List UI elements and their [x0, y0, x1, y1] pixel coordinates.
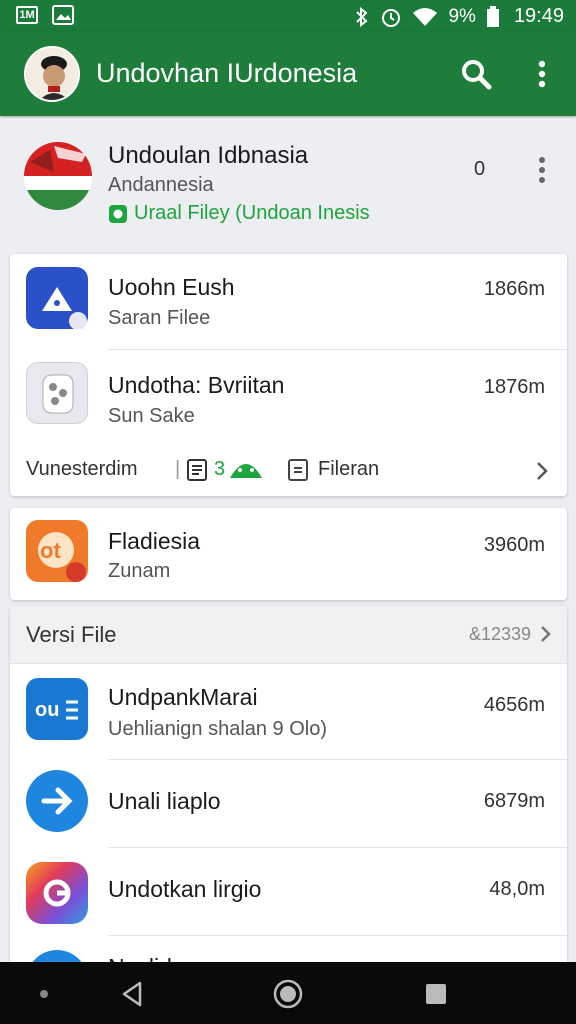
recents-icon[interactable]: [424, 982, 448, 1006]
item-size: 1866m: [483, 278, 545, 300]
item-name: Undotkan lirgio: [108, 876, 262, 902]
back-icon[interactable]: [118, 980, 146, 1008]
list-item[interactable]: ot Fladiesia Zunam 3960m: [10, 508, 567, 600]
document-icon[interactable]: [186, 458, 208, 482]
list-item[interactable]: Undotkan lirgio 48,0m: [10, 848, 567, 936]
status-bar: 1M 9% 19:49: [0, 0, 576, 32]
app-icon: [26, 362, 88, 424]
app-icon: [26, 950, 88, 962]
image-icon: [52, 5, 74, 25]
list-item[interactable]: Undotha: Bvriitan Sun Sake 1876m: [10, 350, 567, 448]
navigation-bar: [0, 962, 576, 1024]
bluetooth-icon: [356, 6, 368, 27]
list-item[interactable]: Unali liaplo 6879m: [10, 760, 567, 848]
app-icon: ou: [26, 678, 88, 740]
header-link[interactable]: Uraal Filey (Undoan Inesis: [108, 202, 370, 225]
item-sub: Saran Filee: [108, 307, 211, 329]
item-size: 3960m: [483, 534, 545, 556]
app-icon: [26, 862, 88, 924]
footer-mid-label: 3: [214, 458, 226, 480]
item-name: Uoohn Eush: [108, 274, 235, 300]
battery-icon: [486, 5, 499, 27]
app-icon: [26, 770, 88, 832]
flag-icon: [24, 142, 92, 210]
header-section: Undoulan Idbnasia Andannesia Uraal Filey…: [0, 118, 576, 248]
more-vert-icon[interactable]: [530, 154, 554, 186]
chat-icon: [109, 204, 127, 223]
chevron-right-icon: [541, 626, 551, 642]
file-icon[interactable]: [286, 458, 310, 482]
item-size: 6879m: [483, 790, 545, 812]
footer-left-action[interactable]: Vunesterdim: [26, 458, 138, 481]
svg-text:ot: ot: [40, 538, 61, 563]
dot-icon: [40, 990, 48, 998]
header-count: 0: [474, 158, 486, 180]
header-subtitle: Andannesia: [108, 174, 214, 196]
alarm-icon: [382, 8, 401, 27]
header-title: Undoulan Idbnasia: [108, 142, 309, 169]
download-card-1: Uoohn Eush Saran Filee 1866m Undotha: Bv…: [10, 254, 567, 496]
item-name: Unali liaplo: [108, 788, 221, 814]
section-title: Versi File: [26, 622, 117, 647]
item-size: 1876m: [483, 376, 545, 398]
download-card-2: ot Fladiesia Zunam 3960m: [10, 508, 567, 600]
footer-separator: |: [175, 458, 181, 480]
item-size: 4656m: [483, 694, 545, 716]
app-title: Undovhan IUrdonesia: [96, 58, 358, 88]
item-sub: Zunam: [108, 560, 171, 582]
item-name: Nuslid: [108, 954, 172, 962]
app-icon: [26, 267, 88, 330]
list-item[interactable]: ou UndpankMarai Uehlianign shalan 9 Olo)…: [10, 664, 567, 760]
avatar[interactable]: [24, 46, 80, 102]
list-item[interactable]: Uoohn Eush Saran Filee 1866m: [10, 254, 567, 350]
item-name: Undotha: Bvriitan: [108, 372, 285, 398]
versions-card: Versi File &12339 ou UndpankMarai Uehlia…: [10, 606, 567, 962]
item-name: UndpankMarai: [108, 684, 258, 710]
android-icon[interactable]: [226, 456, 266, 482]
clock: 19:49: [513, 5, 564, 27]
section-count: &12339: [468, 624, 531, 644]
app-bar: Undovhan IUrdonesia: [0, 32, 576, 116]
battery-percent: 9%: [448, 5, 476, 27]
list-item[interactable]: Nuslid: [10, 936, 567, 962]
chevron-right-icon[interactable]: [534, 460, 550, 482]
card-footer: Vunesterdim | 3 Fileran: [10, 448, 567, 496]
item-sub: Uehlianign shalan 9 Olo): [108, 718, 328, 740]
svg-text:ou: ou: [35, 699, 59, 721]
header-link-label: Uraal Filey (Undoan Inesis: [134, 202, 370, 224]
search-icon[interactable]: [458, 56, 494, 92]
section-header[interactable]: Versi File &12339: [10, 606, 567, 664]
item-sub: Sun Sake: [108, 405, 195, 427]
item-size: 48,0m: [489, 878, 545, 900]
app-icon: ot: [26, 520, 88, 582]
wifi-icon: [413, 7, 438, 26]
more-vert-icon[interactable]: [524, 56, 560, 92]
home-icon[interactable]: [272, 978, 304, 1010]
signal-icon: 1M: [16, 6, 38, 24]
item-name: Fladiesia: [108, 528, 201, 554]
footer-right-action[interactable]: Fileran: [318, 458, 379, 481]
